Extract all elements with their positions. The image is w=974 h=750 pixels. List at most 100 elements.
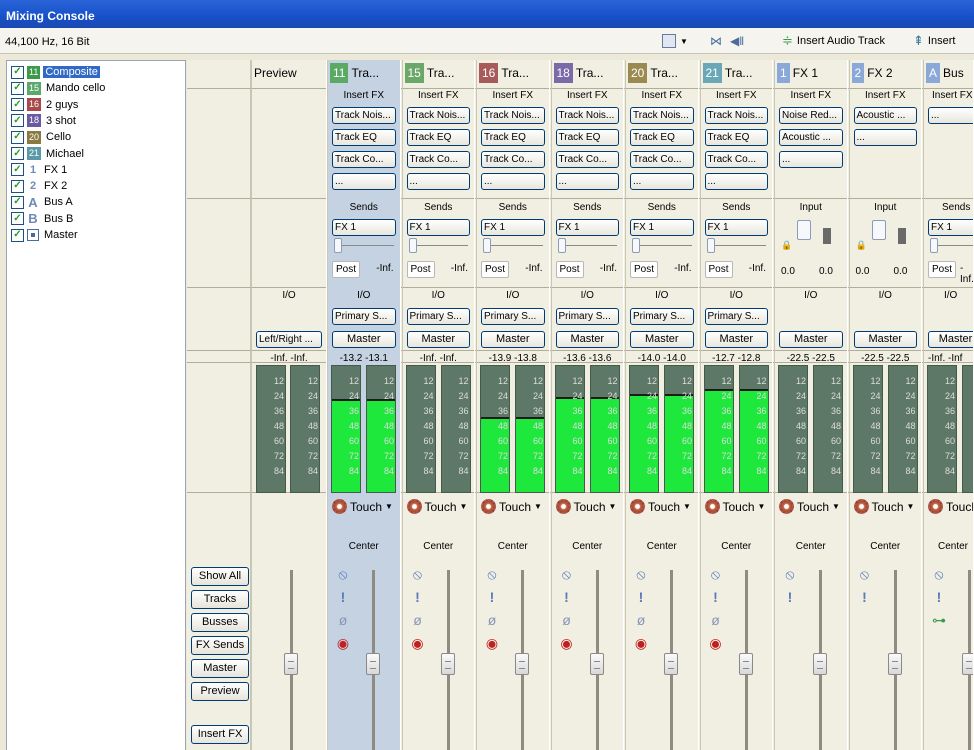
- sidebar-button-preview[interactable]: Preview: [191, 682, 249, 701]
- record-arm-icon[interactable]: ◉: [560, 636, 574, 650]
- layout-menu-button[interactable]: ▼: [662, 33, 688, 49]
- pan-slider[interactable]: [930, 522, 973, 538]
- automation-mode-button[interactable]: Touch ▼: [332, 499, 393, 514]
- channel-header[interactable]: 20 Tra...: [628, 63, 696, 83]
- pan-slider[interactable]: [334, 522, 394, 538]
- solo-icon[interactable]: !: [858, 590, 872, 604]
- fx-slot-button[interactable]: Track EQ: [555, 129, 619, 146]
- sidebar-button-master[interactable]: Master: [191, 659, 249, 678]
- sidebar-button-show-all[interactable]: Show All: [191, 567, 249, 586]
- post-button[interactable]: Post: [481, 261, 509, 278]
- automation-mode-button[interactable]: Touch ▼: [704, 499, 765, 514]
- solo-icon[interactable]: !: [411, 590, 425, 604]
- mute-icon[interactable]: ⦸: [709, 567, 723, 581]
- input-button[interactable]: Primary S...: [630, 308, 694, 325]
- output-button[interactable]: Master: [630, 331, 694, 348]
- fader-knob[interactable]: [515, 653, 529, 675]
- pan-slider[interactable]: [632, 522, 692, 538]
- solo-icon[interactable]: !: [336, 590, 350, 604]
- send-target-button[interactable]: FX 1: [481, 219, 545, 236]
- tree-item[interactable]: ✓ 18 3 shot: [11, 113, 78, 129]
- fader-knob[interactable]: [589, 653, 604, 675]
- automation-mode-button[interactable]: Touch ▼: [555, 499, 616, 514]
- phase-icon[interactable]: ø: [485, 613, 499, 627]
- phase-icon[interactable]: ø: [560, 613, 574, 627]
- channel-header[interactable]: 18 Tra...: [553, 63, 622, 83]
- mute-icon[interactable]: ⦸: [858, 567, 872, 581]
- fx-slot-button[interactable]: ...: [928, 107, 973, 124]
- checkbox[interactable]: ✓: [11, 130, 24, 144]
- post-button[interactable]: Post: [406, 261, 435, 278]
- output-button[interactable]: Left/Right ...: [256, 331, 322, 348]
- checkbox[interactable]: ✓: [11, 163, 24, 177]
- tree-item[interactable]: ✓ 20 Cello: [11, 129, 73, 145]
- output-button[interactable]: Master: [704, 331, 768, 348]
- fx-slot-button[interactable]: ...: [481, 173, 545, 190]
- fx-slot-button[interactable]: ...: [704, 173, 768, 190]
- tree-item[interactable]: ✓ 1 FX 1: [11, 162, 69, 178]
- pan-slider[interactable]: [483, 522, 543, 538]
- fx-slot-button[interactable]: Track Nois...: [555, 107, 619, 124]
- record-arm-icon[interactable]: ◉: [485, 636, 499, 650]
- sidebar-button-fx-sends[interactable]: FX Sends: [191, 636, 249, 655]
- fx-slot-button[interactable]: Track Co...: [555, 151, 619, 168]
- fader-knob[interactable]: [738, 653, 753, 675]
- send-level-slider[interactable]: [930, 238, 973, 254]
- solo-icon[interactable]: !: [485, 590, 499, 604]
- fx-slot-button[interactable]: ...: [555, 173, 619, 190]
- tree-item[interactable]: ✓ 21 Michael: [11, 146, 86, 162]
- fx-slot-button[interactable]: Track Co...: [704, 151, 768, 168]
- post-button[interactable]: Post: [630, 261, 658, 278]
- solo-icon[interactable]: !: [709, 590, 723, 604]
- sidebar-button-busses[interactable]: Busses: [191, 613, 249, 632]
- fader-knob[interactable]: [962, 653, 973, 675]
- tree-item[interactable]: ✓ 16 2 guys: [11, 97, 80, 113]
- fx-slot-button[interactable]: Track EQ: [332, 129, 396, 146]
- pan-slider[interactable]: [781, 522, 841, 538]
- slider-knob[interactable]: [706, 238, 715, 253]
- record-arm-icon[interactable]: ◉: [411, 636, 425, 650]
- automation-mode-button[interactable]: Touch ▼: [779, 499, 840, 514]
- send-target-button[interactable]: FX 1: [406, 219, 470, 236]
- fx-slot-button[interactable]: ...: [332, 173, 396, 190]
- mute-icon[interactable]: ⦸: [932, 567, 946, 581]
- record-arm-icon[interactable]: ◉: [336, 636, 350, 650]
- fx-slot-button[interactable]: Track EQ: [406, 129, 470, 146]
- channel-header[interactable]: 15 Tra...: [404, 63, 473, 83]
- automation-mode-button[interactable]: Touch ▼: [853, 499, 914, 514]
- send-target-button[interactable]: FX 1: [555, 219, 619, 236]
- fx-slot-button[interactable]: Track Nois...: [406, 107, 470, 124]
- mute-icon[interactable]: ⦸: [783, 567, 797, 581]
- solo-icon[interactable]: !: [783, 590, 797, 604]
- send-level-slider[interactable]: [632, 238, 692, 254]
- automation-mode-button[interactable]: Touch ▼: [406, 499, 467, 514]
- fx-slot-button[interactable]: ...: [853, 129, 917, 146]
- output-button[interactable]: Master: [406, 331, 470, 348]
- solo-icon[interactable]: !: [932, 590, 946, 604]
- output-button[interactable]: Master: [481, 331, 545, 348]
- post-button[interactable]: Post: [332, 261, 360, 278]
- pan-slider[interactable]: [558, 522, 618, 538]
- post-button[interactable]: Post: [928, 261, 956, 278]
- phase-icon[interactable]: ø: [411, 613, 425, 627]
- insert-audio-track-button[interactable]: ≑ Insert Audio Track: [782, 33, 885, 49]
- solo-icon[interactable]: !: [634, 590, 648, 604]
- send-level-slider[interactable]: [334, 238, 394, 254]
- fx-slot-button[interactable]: ...: [779, 151, 843, 168]
- channel-header[interactable]: A Bus: [926, 63, 971, 83]
- slider-knob[interactable]: [557, 238, 566, 253]
- input-button[interactable]: Primary S...: [332, 308, 396, 325]
- tree-item[interactable]: ✓ B Bus B: [11, 211, 75, 227]
- fx-slot-button[interactable]: Track Co...: [332, 151, 396, 168]
- output-button[interactable]: Master: [332, 331, 396, 348]
- input-button[interactable]: Primary S...: [481, 308, 545, 325]
- post-button[interactable]: Post: [704, 261, 733, 278]
- slider-knob[interactable]: [930, 238, 938, 253]
- fx-slot-button[interactable]: Track Co...: [630, 151, 694, 168]
- mute-icon[interactable]: ⦸: [634, 567, 648, 581]
- automation-mode-button[interactable]: Touch ▼: [481, 499, 542, 514]
- checkbox[interactable]: ✓: [11, 114, 24, 128]
- fader-knob[interactable]: [664, 653, 678, 675]
- send-level-slider[interactable]: [408, 238, 468, 254]
- fx-slot-button[interactable]: Track EQ: [481, 129, 545, 146]
